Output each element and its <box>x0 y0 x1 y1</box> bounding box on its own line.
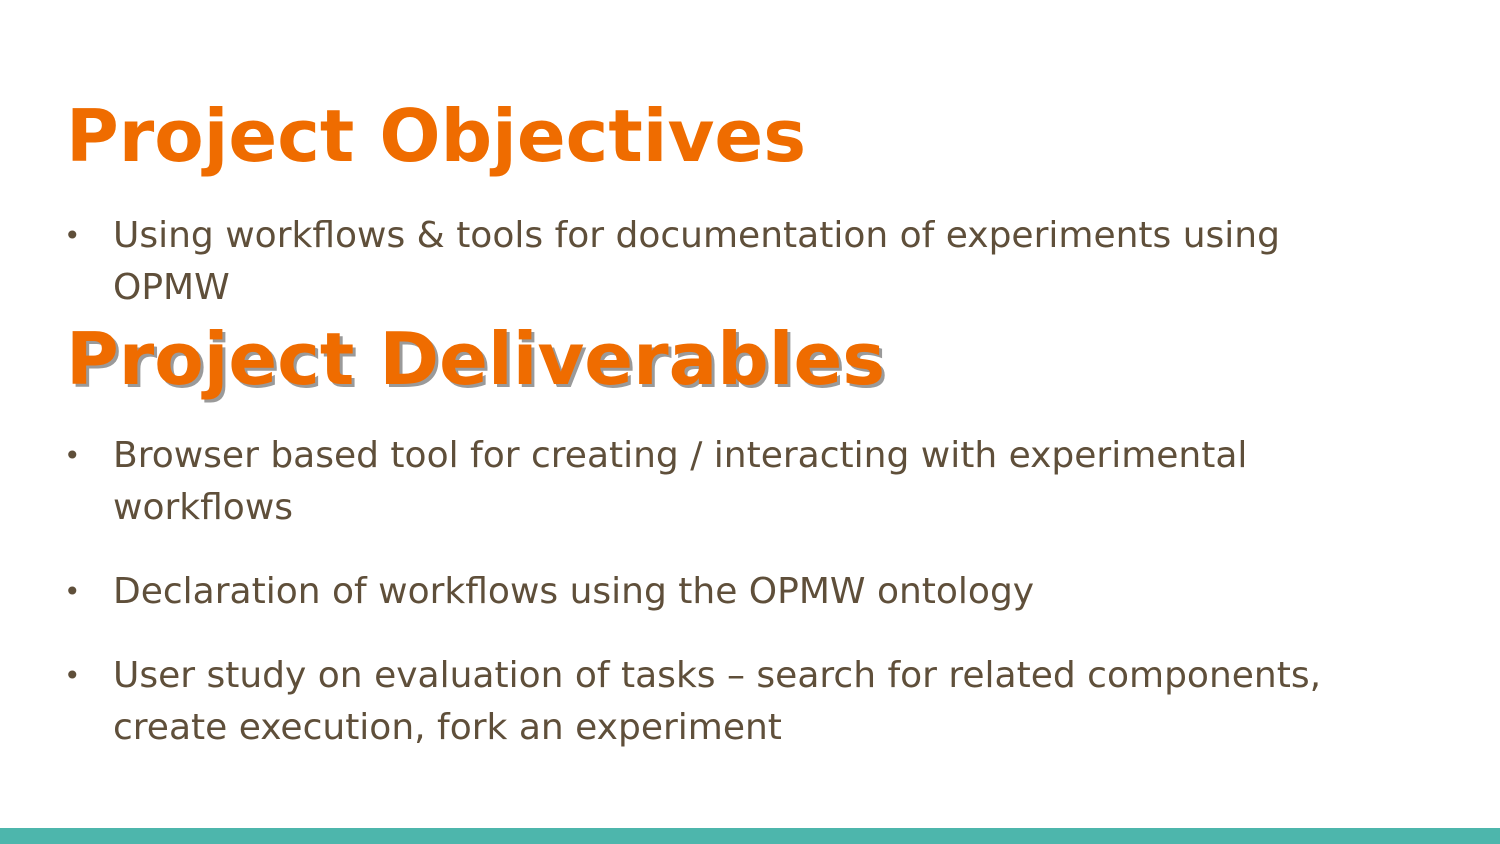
deliverables-list-item: • User study on evaluation of tasks – se… <box>0 650 1500 754</box>
bullet-icon: • <box>64 219 81 252</box>
bullet-icon: • <box>64 575 81 608</box>
deliverables-heading: Project Deliverables <box>66 317 886 401</box>
deliverables-item-text: Browser based tool for creating / intera… <box>113 435 1248 528</box>
bottom-accent-bar <box>0 828 1500 844</box>
bullet-icon: • <box>64 439 81 472</box>
deliverables-list: • Browser based tool for creating / inte… <box>0 430 1500 754</box>
bullet-icon: • <box>64 659 81 692</box>
deliverables-list-item: • Declaration of workflows using the OPM… <box>0 566 1500 618</box>
slide: Project Objectives • Using workflows & t… <box>0 0 1500 844</box>
deliverables-item-text: User study on evaluation of tasks – sear… <box>113 655 1322 748</box>
objectives-heading: Project Objectives <box>66 94 807 178</box>
objectives-list: • Using workflows & tools for documentat… <box>0 210 1500 314</box>
deliverables-list-item: • Browser based tool for creating / inte… <box>0 430 1500 534</box>
objectives-item-text: Using workflows & tools for documentatio… <box>113 215 1280 308</box>
objectives-list-item: • Using workflows & tools for documentat… <box>0 210 1500 314</box>
deliverables-item-text: Declaration of workflows using the OPMW … <box>113 571 1035 612</box>
